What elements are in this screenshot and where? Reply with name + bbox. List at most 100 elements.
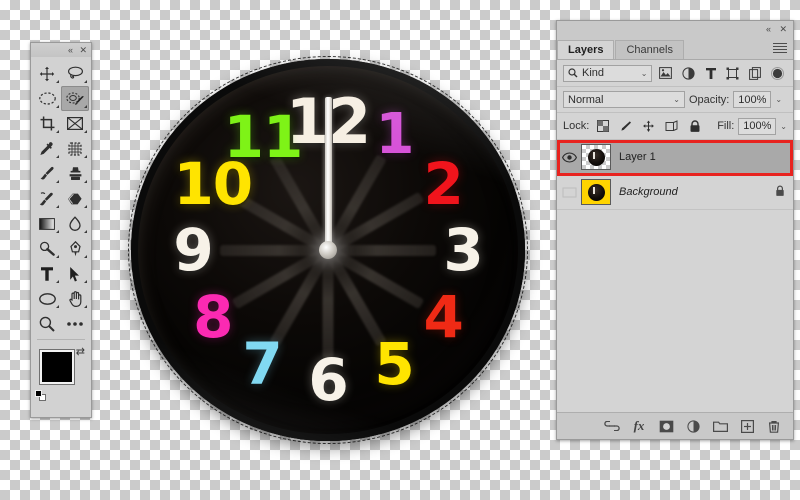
new-layer-button[interactable]: [738, 417, 756, 435]
tools-divider: [37, 339, 85, 340]
lock-transparent-pixels-icon[interactable]: [593, 117, 612, 135]
pen-tool[interactable]: [61, 236, 89, 261]
layer-visibility-toggle[interactable]: [557, 151, 581, 163]
tools-panel-titlebar[interactable]: « ✕: [31, 43, 91, 57]
fill-label: Fill:: [717, 120, 735, 132]
opacity-chevron-down-icon[interactable]: ⌄: [775, 95, 782, 104]
fill-chevron-down-icon[interactable]: ⌄: [780, 122, 787, 131]
brush-tool[interactable]: [33, 161, 61, 186]
blend-mode-row: Normal ⌄ Opacity: 100% ⌄: [557, 87, 793, 113]
new-group-button[interactable]: [711, 417, 729, 435]
tool-flyout-corner: [56, 130, 59, 133]
chevron-down-icon[interactable]: ⌄: [641, 69, 648, 78]
quick-selection-tool[interactable]: [61, 86, 89, 111]
link-layers-button[interactable]: [603, 417, 621, 435]
type-layer-filter-icon[interactable]: [701, 64, 719, 82]
move-tool[interactable]: [33, 61, 61, 86]
lock-all-icon[interactable]: [685, 117, 704, 135]
tool-flyout-corner: [84, 230, 87, 233]
panel-menu-icon[interactable]: [773, 41, 787, 55]
chevron-down-icon[interactable]: ⌄: [673, 95, 680, 104]
layers-panel-titlebar[interactable]: « ✕: [557, 21, 793, 37]
foreground-color-swatch[interactable]: [40, 350, 74, 384]
thumbnail-clock-glyph: [587, 183, 605, 201]
tool-flyout-corner: [84, 305, 87, 308]
lock-artboard-nesting-icon[interactable]: [662, 117, 681, 135]
tool-flyout-corner: [56, 305, 59, 308]
layers-close-icon[interactable]: ✕: [779, 24, 787, 34]
photoshop-canvas-area: 12 1 2 3 4 5 6 7 8 9 10 11 « ✕ ⇄ « ✕ Lay…: [0, 0, 800, 500]
tools-collapse-icon[interactable]: «: [68, 45, 73, 55]
blend-mode-select[interactable]: Normal ⌄: [563, 91, 685, 108]
lock-label: Lock:: [563, 120, 590, 132]
blur-tool[interactable]: [61, 211, 89, 236]
tool-flyout-corner: [56, 80, 59, 83]
opacity-input[interactable]: 100%: [733, 91, 772, 108]
tools-close-icon[interactable]: ✕: [79, 45, 87, 55]
tab-channels[interactable]: Channels: [615, 40, 684, 59]
filter-kind-select[interactable]: Kind ⌄: [563, 64, 653, 82]
path-selection-tool[interactable]: [61, 261, 89, 286]
new-adjustment-layer-button[interactable]: [684, 417, 702, 435]
tab-layers[interactable]: Layers: [557, 40, 615, 59]
tool-flyout-corner: [84, 130, 87, 133]
layer-thumbnail[interactable]: [581, 144, 611, 170]
opacity-label: Opacity:: [689, 93, 730, 106]
lasso-tool[interactable]: [61, 61, 89, 86]
lock-image-pixels-icon[interactable]: [616, 117, 635, 135]
delete-layer-button[interactable]: [765, 417, 783, 435]
slice-tool[interactable]: [61, 111, 89, 136]
adjustment-layer-filter-icon[interactable]: [679, 64, 697, 82]
shape-layer-filter-icon[interactable]: [724, 64, 742, 82]
tool-flyout-corner: [56, 155, 59, 158]
layers-collapse-icon[interactable]: «: [766, 24, 771, 34]
fill-value: 100%: [743, 120, 772, 132]
lock-position-icon[interactable]: [639, 117, 658, 135]
table-row[interactable]: Layer 1: [557, 140, 793, 175]
add-layer-style-button[interactable]: fx: [630, 417, 648, 435]
zoom-tool[interactable]: [33, 311, 61, 336]
eraser-tool[interactable]: [61, 186, 89, 211]
clock-image-layer: 12 1 2 3 4 5 6 7 8 9 10 11: [128, 56, 528, 444]
swap-colors-icon[interactable]: ⇄: [76, 345, 85, 358]
pixel-layer-filter-icon[interactable]: [656, 64, 674, 82]
history-brush-tool[interactable]: [33, 186, 61, 211]
opacity-value: 100%: [738, 93, 767, 106]
layer-thumbnail[interactable]: [581, 179, 611, 205]
tool-flyout-corner: [84, 255, 87, 258]
edit-toolbar-button[interactable]: [61, 311, 89, 336]
color-swatches: ⇄: [31, 344, 92, 404]
tool-flyout-corner: [56, 280, 59, 283]
filter-enable-toggle-icon[interactable]: [769, 64, 787, 82]
clone-stamp-tool[interactable]: [61, 161, 89, 186]
crop-tool[interactable]: [33, 111, 61, 136]
layer-visibility-toggle[interactable]: [557, 187, 581, 198]
elliptical-marquee-tool[interactable]: [33, 86, 61, 111]
ellipse-shape-tool[interactable]: [33, 286, 61, 311]
spot-healing-brush-tool[interactable]: [61, 136, 89, 161]
tool-flyout-corner: [84, 180, 87, 183]
hand-tool[interactable]: [61, 286, 89, 311]
default-colors-icon[interactable]: [35, 390, 46, 401]
eyedropper-tool[interactable]: [33, 136, 61, 161]
tool-flyout-corner: [84, 105, 87, 108]
tool-flyout-corner: [56, 205, 59, 208]
filter-kind-label: Kind: [582, 67, 605, 79]
layer-name[interactable]: Layer 1: [619, 151, 656, 163]
table-row[interactable]: Background: [557, 175, 793, 210]
eye-icon: [561, 151, 577, 163]
fill-input[interactable]: 100%: [738, 117, 777, 135]
tool-flyout-corner: [56, 180, 59, 183]
layer-name[interactable]: Background: [619, 186, 678, 198]
gradient-tool[interactable]: [33, 211, 61, 236]
lock-row: Lock: Fill: 100% ⌄: [557, 113, 793, 140]
fx-icon: fx: [633, 418, 645, 433]
tool-grid: [31, 57, 91, 336]
type-tool[interactable]: [33, 261, 61, 286]
layer-filter-row: Kind ⌄: [557, 60, 793, 87]
add-layer-mask-button[interactable]: [657, 417, 675, 435]
smart-object-filter-icon[interactable]: [746, 64, 764, 82]
dodge-tool[interactable]: [33, 236, 61, 261]
lock-icon: [775, 185, 785, 200]
layer-list: Layer 1 Background: [557, 140, 793, 384]
